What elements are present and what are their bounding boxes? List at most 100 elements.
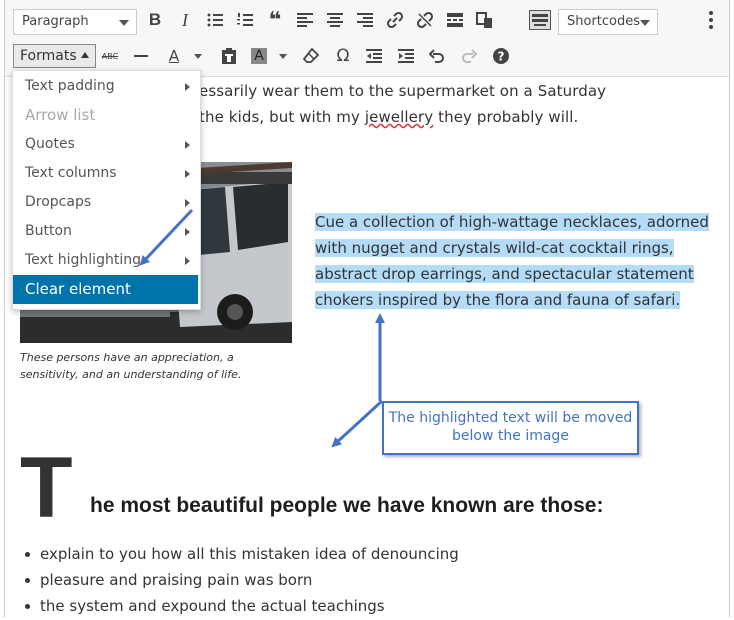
body-text-segment: they probably will. <box>433 108 579 126</box>
block-format-value: Paragraph <box>22 14 89 29</box>
misspelled-word: jewellery <box>364 108 434 126</box>
keyboard-icon <box>529 10 551 30</box>
image-caption: These persons have an appreciation, a se… <box>20 351 242 381</box>
menu-item-label: Button <box>25 223 72 239</box>
align-right-button[interactable] <box>352 5 378 35</box>
strikethrough-button[interactable]: ABC <box>98 41 122 71</box>
list-item: explain to you how all this mistaken ide… <box>20 542 459 568</box>
chevron-down-icon <box>640 20 650 26</box>
italic-button[interactable]: I <box>172 5 198 35</box>
menu-item-label: Quotes <box>25 136 75 152</box>
chevron-down-icon <box>119 20 129 26</box>
shortcodes-select[interactable]: Shortcodes <box>558 9 658 35</box>
menu-item-label: Dropcaps <box>25 194 92 210</box>
align-left-button[interactable] <box>292 5 318 35</box>
menu-item-arrow-list[interactable]: Arrow list <box>13 101 200 130</box>
body-text-line-1: essarily wear them to the supermarket on… <box>199 82 607 100</box>
paste-icon <box>476 12 492 28</box>
chevron-right-icon <box>185 141 190 149</box>
blockquote-button[interactable]: ❝ <box>262 5 288 35</box>
formats-button[interactable]: Formats <box>13 44 96 68</box>
menu-item-label: Arrow list <box>25 106 96 124</box>
clear-formatting-button[interactable] <box>299 41 323 71</box>
editor-toolbar: Paragraph B I ❝ Shortcodes Formats ABC A… <box>5 0 729 77</box>
unlink-icon <box>416 11 434 29</box>
chevron-down-icon <box>194 53 202 59</box>
outdent-button[interactable] <box>362 41 386 71</box>
body-text-segment: the kids, but with my <box>199 108 365 126</box>
menu-item-label: Clear element <box>25 280 131 298</box>
list-item: pleasure and praising pain was born <box>20 568 459 594</box>
paste-as-text-button[interactable] <box>217 41 241 71</box>
read-more-button[interactable] <box>442 5 468 35</box>
formats-label: Formats <box>20 48 77 64</box>
shortcodes-label: Shortcodes <box>567 14 641 29</box>
highlighted-line: abstract drop earrings, and spectacular … <box>315 261 720 287</box>
redo-icon <box>462 49 477 63</box>
formats-dropdown-menu: Text padding Arrow list Quotes Text colu… <box>12 70 201 310</box>
menu-item-label: Text columns <box>25 165 117 181</box>
menu-item-label: Text highlighting <box>25 252 141 268</box>
block-format-select[interactable]: Paragraph <box>13 9 137 35</box>
menu-item-text-columns[interactable]: Text columns <box>13 159 200 188</box>
remove-link-button[interactable] <box>412 5 438 35</box>
horizontal-line-icon <box>134 55 148 57</box>
menu-item-clear-element[interactable]: Clear element <box>13 275 198 304</box>
indent-button[interactable] <box>394 41 418 71</box>
help-icon: ? <box>493 48 509 64</box>
align-right-icon <box>357 13 373 27</box>
highlighted-paragraph[interactable]: Cue a collection of high-wattage necklac… <box>315 209 720 313</box>
menu-item-text-padding[interactable]: Text padding <box>13 72 200 101</box>
annotation-callout: The highlighted text will be moved below… <box>382 401 639 455</box>
list-item: the system and expound the actual teachi… <box>20 594 459 620</box>
chevron-right-icon <box>185 199 190 207</box>
text-color-button[interactable]: A <box>163 41 185 71</box>
menu-item-label: Text padding <box>25 78 115 94</box>
more-options-button[interactable] <box>703 5 719 35</box>
special-character-button[interactable]: Ω <box>331 41 355 71</box>
paste-plugin-button[interactable] <box>472 5 498 35</box>
align-center-button[interactable] <box>322 5 348 35</box>
read-more-icon <box>447 13 463 27</box>
background-color-dropdown[interactable] <box>276 41 290 71</box>
undo-icon <box>429 49 444 63</box>
bullet-list-icon <box>207 13 223 27</box>
horizontal-line-button[interactable] <box>129 41 153 71</box>
numbered-list-button[interactable] <box>232 5 258 35</box>
chevron-right-icon <box>185 83 190 91</box>
menu-item-dropcaps[interactable]: Dropcaps <box>13 188 200 217</box>
eraser-icon <box>303 48 319 63</box>
menu-item-text-highlighting[interactable]: Text highlighting <box>13 246 200 275</box>
chevron-up-icon <box>80 52 89 58</box>
chevron-right-icon <box>185 170 190 178</box>
highlighted-line-text: with nugget and crystals wild-cat cockta… <box>315 239 674 257</box>
indent-icon <box>398 49 414 63</box>
dropcap-letter: T <box>20 440 73 536</box>
background-color-button[interactable]: A <box>248 41 270 71</box>
link-icon <box>386 11 404 29</box>
chevron-right-icon <box>185 228 190 236</box>
highlighted-line-text: Cue a collection of high-wattage necklac… <box>315 213 709 231</box>
bullet-list-button[interactable] <box>202 5 228 35</box>
redo-button[interactable] <box>457 41 481 71</box>
clipboard-icon <box>222 48 236 64</box>
text-color-dropdown[interactable] <box>191 41 205 71</box>
undo-button[interactable] <box>425 41 449 71</box>
insert-link-button[interactable] <box>382 5 408 35</box>
bullet-list: explain to you how all this mistaken ide… <box>20 542 459 620</box>
toolbar-toggle-button[interactable] <box>527 5 553 35</box>
callout-line: The highlighted text will be moved <box>388 410 633 426</box>
bg-color-icon: A <box>251 48 267 64</box>
omega-icon: Ω <box>336 46 350 66</box>
highlighted-line-text: abstract drop earrings, and spectacular … <box>315 265 694 283</box>
menu-item-button[interactable]: Button <box>13 217 200 246</box>
bold-button[interactable]: B <box>142 5 168 35</box>
menu-item-quotes[interactable]: Quotes <box>13 130 200 159</box>
strikethrough-label: ABC <box>101 51 119 61</box>
align-left-icon <box>297 13 313 27</box>
highlighted-line: with nugget and crystals wild-cat cockta… <box>315 235 720 261</box>
chevron-right-icon <box>185 257 190 265</box>
help-button[interactable]: ? <box>489 41 513 71</box>
chevron-down-icon <box>279 53 287 59</box>
align-center-icon <box>327 13 343 27</box>
